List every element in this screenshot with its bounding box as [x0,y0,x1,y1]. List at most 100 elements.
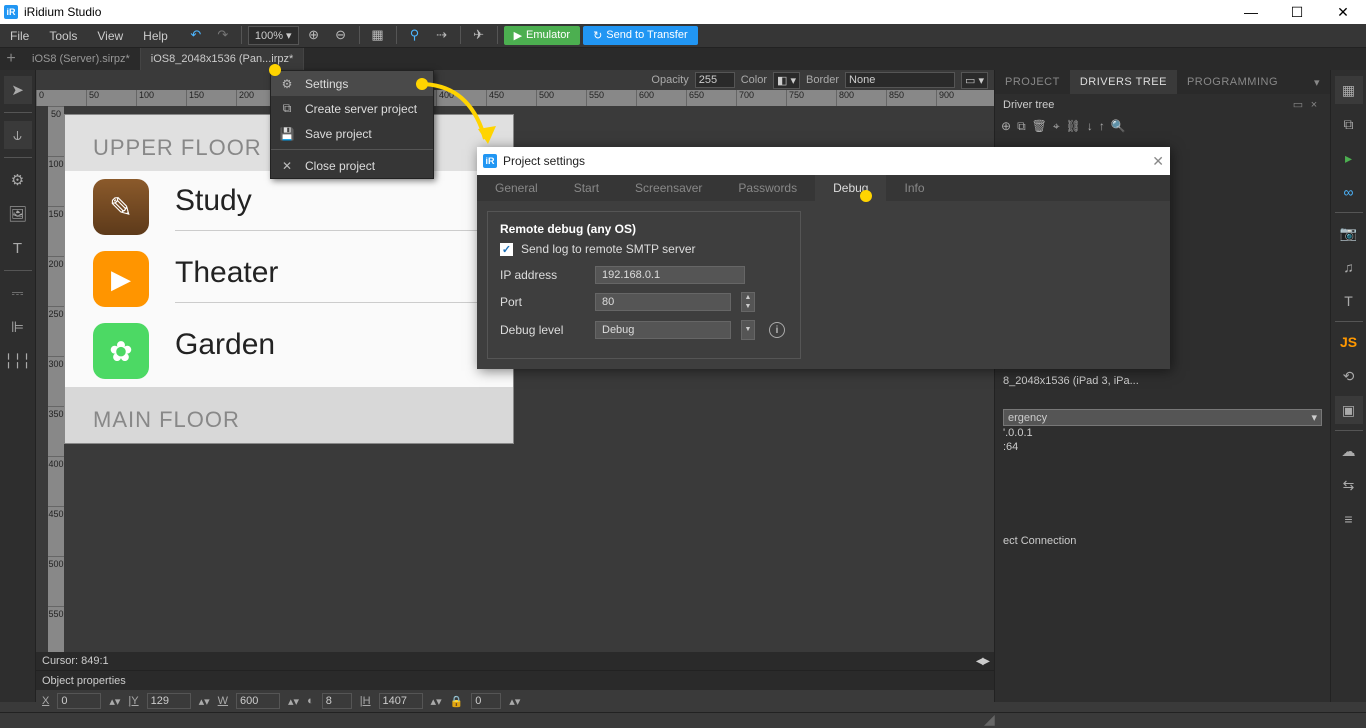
menu-view[interactable]: View [87,24,133,47]
x-input[interactable] [57,693,101,709]
ip-input[interactable] [595,266,745,284]
r-input[interactable] [322,693,352,709]
tree-select[interactable]: ergency▾ [1003,409,1322,426]
delete-driver-icon[interactable]: 🗑 [1032,119,1047,134]
pointer-tool[interactable]: ➤ [4,76,32,104]
border-style[interactable]: ▭ ▾ [961,72,988,89]
gear-tool[interactable]: ⚙ [4,166,32,194]
zoom-out-button[interactable]: ⊖ [329,24,353,46]
link-button[interactable]: ⇢ [430,24,454,46]
panel-close-icon[interactable]: × [1306,99,1322,111]
dialog-tab[interactable]: Info [886,175,942,201]
window-maximize-button[interactable]: ☐ [1274,0,1320,24]
search-driver-icon[interactable]: 🔍 [1111,119,1126,134]
menu-help[interactable]: Help [133,24,178,47]
steps-tool[interactable]: ⊫ [4,313,32,341]
ctx-item[interactable]: ⚙Settings [271,71,433,96]
up-arrow-icon[interactable]: ↑ [1099,119,1105,134]
cloud-icon[interactable]: ☁ [1335,437,1363,465]
panel-icon-1[interactable]: ▦ [1335,76,1363,104]
panel-detach-icon[interactable]: ▭ [1290,98,1306,111]
dialog-tab[interactable]: General [477,175,556,201]
port-input[interactable] [595,293,731,311]
tab-project[interactable]: PROJECT [995,70,1070,94]
menu-file[interactable]: File [0,24,39,47]
grid-button[interactable]: ▦ [366,24,390,46]
ctx-item[interactable]: 💾Save project [271,121,433,146]
info-icon[interactable]: i [769,322,785,338]
tab-programming[interactable]: PROGRAMMING [1177,70,1288,94]
project-tabs: + iOS8 (Server).sirpz* iOS8_2048x1536 (P… [0,48,1366,70]
dialog-titlebar[interactable]: iR Project settings ✕ [477,147,1170,175]
debug-level-select[interactable] [595,321,731,339]
color-picker[interactable]: ◧ ▾ [773,72,800,89]
border-select[interactable]: None [845,72,955,88]
lock-icon[interactable]: 🔒 [450,695,464,708]
tab-ios8-server[interactable]: iOS8 (Server).sirpz* [22,48,141,70]
panel-icon-4[interactable]: ∞ [1335,178,1363,206]
annotation-dot [269,64,281,76]
menu-tools[interactable]: Tools [39,24,87,47]
add-tab-button[interactable]: + [0,48,22,70]
image-tool[interactable]: 🖼 [4,200,32,228]
add-driver-icon[interactable]: ⊕ [1001,119,1011,134]
opacity-input[interactable] [695,72,735,88]
panel-menu-icon[interactable]: ▾ [1304,70,1330,94]
tree-line[interactable]: 8_2048x1536 (iPad 3, iPa... [1003,374,1322,388]
level-dropdown[interactable]: ▼ [741,320,755,340]
scroll-arrows[interactable]: ◀ ▶ [976,656,988,667]
resize-bar: ◢ [0,712,1366,728]
undo-button[interactable]: ↶ [184,24,208,46]
h-input[interactable] [379,693,423,709]
design-row[interactable]: ✎Study [65,171,513,243]
zoom-select[interactable]: 100% ▾ [248,26,299,45]
dialog-tab[interactable]: Screensaver [617,175,720,201]
text-icon[interactable]: T [1335,287,1363,315]
copy-driver-icon[interactable]: ⧉ [1017,119,1026,134]
share-icon[interactable]: ⇆ [1335,471,1363,499]
design-row[interactable]: ▶Theater [65,243,513,315]
resize-grip-icon[interactable]: ◢ [984,714,996,726]
list-icon[interactable]: ≡ [1335,505,1363,533]
js-icon[interactable]: JS [1335,328,1363,356]
smtp-checkbox-row[interactable]: ✓ Send log to remote SMTP server [500,242,788,256]
camera-icon[interactable]: 📷 [1335,219,1363,247]
dialog-tab[interactable]: Debug [815,175,886,201]
y-input[interactable] [147,693,191,709]
checkbox-icon[interactable]: ✓ [500,243,513,256]
chain-driver-icon[interactable]: ⛓ [1066,119,1081,134]
music-icon[interactable]: ♫ [1335,253,1363,281]
window-close-button[interactable]: ✕ [1320,0,1366,24]
slider-tool[interactable]: ⎓ [4,279,32,307]
redo-button[interactable]: ↷ [211,24,235,46]
spacing-tool[interactable]: ╎╎╎ [4,347,32,375]
alpha-input[interactable] [471,693,501,709]
canvas-options-bar: Opacity Color ◧ ▾ Border None ▭ ▾ [651,70,988,90]
ctx-close-project[interactable]: ✕ Close project [271,153,433,178]
dialog-tab[interactable]: Passwords [720,175,815,201]
dialog-close-button[interactable]: ✕ [1152,153,1164,170]
send-to-transfer-button[interactable]: ↻Send to Transfer [583,26,698,45]
rocket-button[interactable]: ✈ [467,24,491,46]
chip-icon[interactable]: ▣ [1335,396,1363,424]
down-arrow-icon[interactable]: ↓ [1087,119,1093,134]
undo-icon[interactable]: ⟲ [1335,362,1363,390]
align-tool[interactable]: ⫝ [4,121,32,149]
ctx-item-icon: ⚙ [279,77,295,91]
text-tool[interactable]: T [4,234,32,262]
dialog-tab[interactable]: Start [556,175,617,201]
ctx-item[interactable]: ⧉Create server project [271,96,433,121]
dialog-logo-icon: iR [483,154,497,168]
design-row[interactable]: ✿Garden [65,315,513,387]
panel-icon-3[interactable]: ▸ [1335,144,1363,172]
zoom-in-button[interactable]: ⊕ [302,24,326,46]
panel-icon-2[interactable]: ⧉ [1335,110,1363,138]
section-main-floor: MAIN FLOOR [65,387,513,443]
tag-driver-icon[interactable]: ⌖ [1053,119,1060,134]
snap-button[interactable]: ⚲ [403,24,427,46]
window-minimize-button[interactable]: — [1228,0,1274,24]
w-input[interactable] [236,693,280,709]
emulator-button[interactable]: ▶Emulator [504,26,581,45]
tab-drivers-tree[interactable]: DRIVERS TREE [1070,70,1177,94]
port-spinner[interactable]: ▲▼ [741,292,755,312]
